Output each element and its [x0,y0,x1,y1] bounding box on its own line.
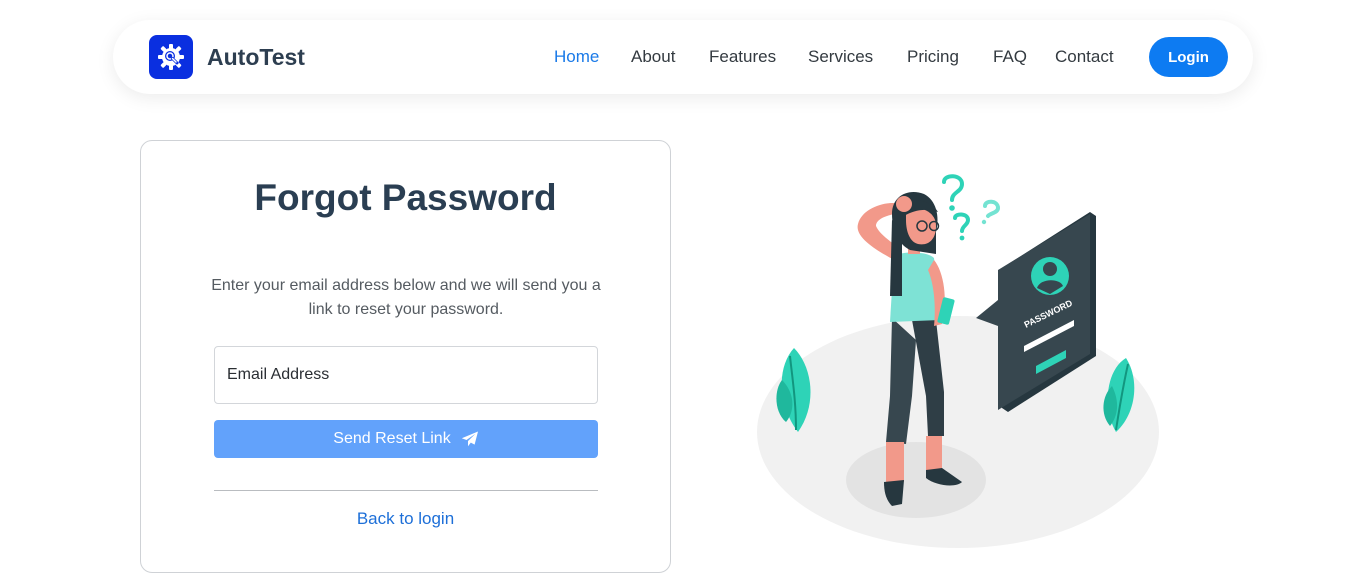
login-button[interactable]: Login [1149,37,1228,77]
divider [214,490,598,491]
nav-features[interactable]: Features [709,47,776,67]
email-field[interactable] [214,346,598,404]
form-description: Enter your email address below and we wi… [211,277,601,318]
nav-contact[interactable]: Contact [1055,47,1114,67]
forgot-password-illustration: PASSWORD [740,160,1180,560]
page: AutoTest Home About Features Services Pr… [0,0,1366,582]
paper-plane-icon [461,431,479,447]
forgot-password-card: Forgot Password Enter your email address… [140,140,671,573]
back-to-login-link[interactable]: Back to login [141,509,670,529]
page-title: Forgot Password [254,177,557,218]
send-reset-link-label: Send Reset Link [333,430,451,447]
nav-pricing[interactable]: Pricing [907,47,959,67]
illustration-svg: PASSWORD [757,174,1159,548]
navbar: AutoTest Home About Features Services Pr… [113,20,1253,94]
nav-faq[interactable]: FAQ [993,47,1027,67]
question-marks [942,174,1001,233]
nav-services[interactable]: Services [808,47,873,67]
send-reset-link-button[interactable]: Send Reset Link [214,420,598,458]
nav-home[interactable]: Home [554,47,599,67]
nav-about[interactable]: About [631,47,675,67]
nav-links: Home About Features Services Pricing FAQ… [113,20,1253,94]
